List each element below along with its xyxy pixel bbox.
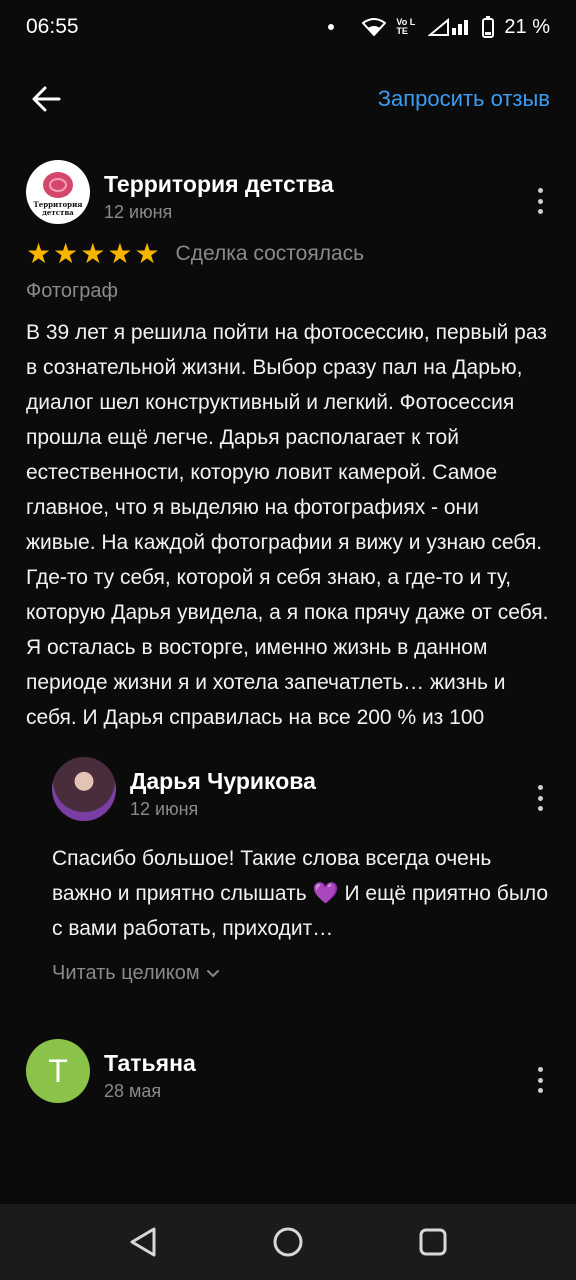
dot-icon xyxy=(537,1088,543,1093)
dot-icon xyxy=(537,785,543,790)
dot-icon xyxy=(537,198,543,204)
request-review-button[interactable]: Запросить отзыв xyxy=(378,86,550,112)
review-category: Фотограф xyxy=(26,280,118,302)
review-author[interactable]: Территория детства xyxy=(104,170,334,198)
battery-icon xyxy=(482,16,495,38)
reply-more-menu-button[interactable] xyxy=(530,785,550,811)
reply-header: Дарья Чурикова 12 июня xyxy=(52,757,550,821)
triangle-back-icon xyxy=(130,1227,156,1257)
read-more-link[interactable]: Читать целиком xyxy=(52,962,220,985)
back-button[interactable] xyxy=(28,81,64,117)
company-logo-avatar[interactable]: Территория детства xyxy=(26,160,90,224)
review-date: 28 мая xyxy=(104,1081,162,1101)
review-more-menu-button[interactable] xyxy=(530,1067,550,1093)
nav-home-button[interactable] xyxy=(266,1220,310,1264)
signal-icon xyxy=(428,18,469,36)
review-header: Т Татьяна 28 мая xyxy=(26,1039,550,1103)
star-icon: ★ xyxy=(134,238,160,269)
nav-back-button[interactable] xyxy=(121,1220,165,1264)
rating-row: ★ ★ ★ ★ ★ Сделка состоялась xyxy=(26,238,550,270)
logo-text: Территория детства xyxy=(33,199,83,217)
volte-label: Vo LTE xyxy=(396,17,416,36)
status-icons: Vo LTE 21 % xyxy=(328,16,550,39)
battery-level: 21 % xyxy=(504,15,550,38)
review-text: В 39 лет я решила пойти на фотосессию, п… xyxy=(26,321,549,729)
review-date: 12 июня xyxy=(104,202,173,222)
reply-author-avatar[interactable] xyxy=(52,757,116,821)
review-author[interactable]: Татьяна xyxy=(104,1049,196,1077)
review-header: Территория детства Территория детства 12… xyxy=(26,160,550,224)
notification-dot-icon xyxy=(328,24,335,30)
review-card: Территория детства Территория детства 12… xyxy=(0,160,576,985)
dot-icon xyxy=(537,188,543,193)
reply-date: 12 июня xyxy=(130,799,199,819)
dot-icon xyxy=(537,795,543,801)
star-icon: ★ xyxy=(26,238,52,269)
dot-icon xyxy=(537,806,543,811)
letter-avatar[interactable]: Т xyxy=(26,1039,90,1103)
status-time: 06:55 xyxy=(26,15,79,38)
purple-heart-emoji: 💜 xyxy=(312,882,339,905)
review-more-menu-button[interactable] xyxy=(530,188,550,214)
reply-text: Спасибо большое! Такие слова всегда очен… xyxy=(52,841,550,946)
wifi-icon xyxy=(362,18,387,36)
square-recents-icon xyxy=(419,1228,447,1256)
reply-author[interactable]: Дарья Чурикова xyxy=(130,767,316,795)
app-bar: Запросить отзыв xyxy=(0,70,576,128)
review-card: Т Татьяна 28 мая xyxy=(0,1039,576,1103)
deal-status: Сделка состоялась xyxy=(175,242,365,265)
star-icon: ★ xyxy=(53,238,79,269)
dot-icon xyxy=(537,1077,543,1083)
star-icon: ★ xyxy=(107,238,133,269)
arrow-left-icon xyxy=(32,86,61,112)
nav-recents-button[interactable] xyxy=(411,1220,455,1264)
seller-reply: Дарья Чурикова 12 июня Спасибо большое! … xyxy=(52,757,550,985)
read-more-label: Читать целиком xyxy=(52,962,200,984)
chevron-down-icon xyxy=(206,969,219,977)
status-bar: 06:55 Vo LTE 21 % xyxy=(0,0,576,54)
dot-icon xyxy=(537,1067,543,1072)
star-icon: ★ xyxy=(80,238,106,269)
yarn-ball-icon xyxy=(43,171,73,198)
circle-home-icon xyxy=(273,1227,303,1257)
dot-icon xyxy=(537,209,543,214)
system-nav-bar xyxy=(0,1204,576,1280)
reviews-list: Территория детства Территория детства 12… xyxy=(0,160,576,1103)
star-rating: ★ ★ ★ ★ ★ xyxy=(26,240,160,268)
